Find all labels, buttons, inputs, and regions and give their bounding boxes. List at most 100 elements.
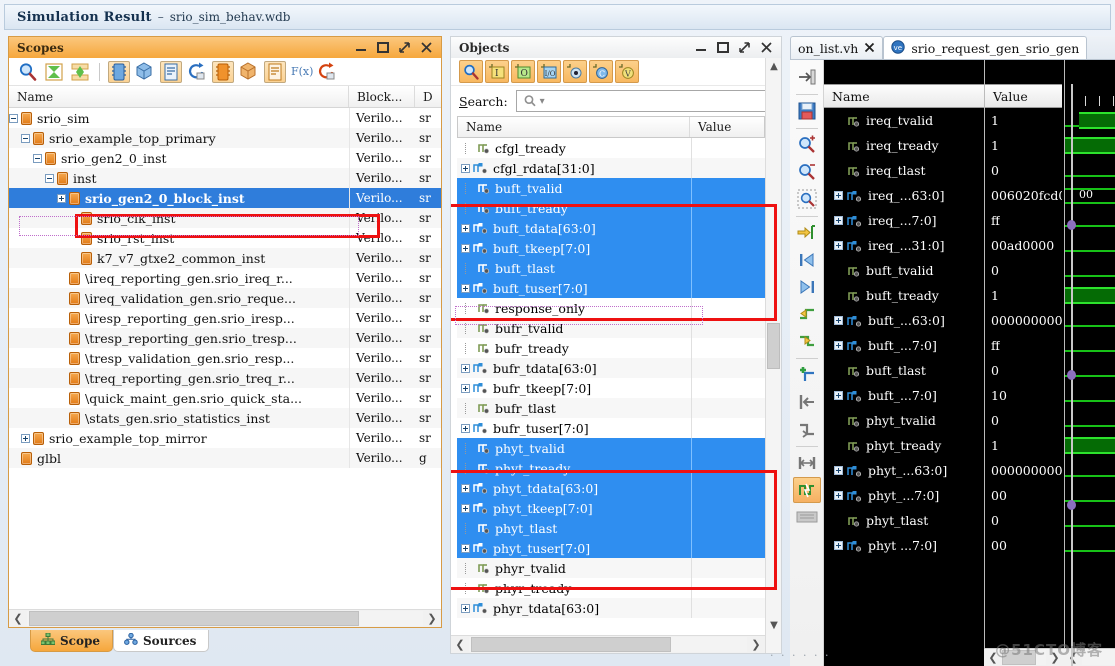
scopes-tree-row[interactable]: k7_v7_gtxe2_common_inst Verilo... sr bbox=[9, 248, 441, 268]
objects-row[interactable]: response_only bbox=[457, 298, 765, 318]
objects-row[interactable]: bufr_tkeep[7:0] bbox=[457, 378, 765, 398]
scopes-tree-row[interactable]: \tresp_reporting_gen.srio_tresp... Verilo… bbox=[9, 328, 441, 348]
tree-expander-icon[interactable] bbox=[57, 193, 66, 203]
tab-sources[interactable]: Sources bbox=[113, 630, 210, 652]
waveform-row[interactable]: phyt_...7:0] bbox=[824, 483, 984, 508]
objects-row-selected[interactable]: phyt_tdata[63:0] bbox=[457, 478, 765, 498]
scroll-left-icon[interactable]: ❮ bbox=[9, 610, 27, 627]
collapse-all-icon[interactable] bbox=[43, 61, 65, 83]
constants-icon[interactable]: C bbox=[589, 60, 613, 83]
file-orange-icon[interactable] bbox=[264, 60, 286, 83]
tab-scope[interactable]: Scope bbox=[30, 630, 114, 652]
objects-row-selected[interactable]: phyt_tuser[7:0] bbox=[457, 538, 765, 558]
objects-list[interactable]: cfgl_tready cfgl_rdata[31:0] buft_tvalid bu… bbox=[457, 138, 765, 618]
scopes-col-design[interactable]: D bbox=[415, 86, 441, 107]
objects-row[interactable]: cfgl_tready bbox=[457, 138, 765, 158]
scopes-tree-row[interactable]: srio_sim Verilo... sr bbox=[9, 108, 441, 128]
prev-transition-icon[interactable] bbox=[793, 301, 821, 327]
waveform-row[interactable]: phyt_tvalid bbox=[824, 408, 984, 433]
tree-expander-icon[interactable] bbox=[461, 603, 470, 613]
scopes-tree-row[interactable]: \ireq_reporting_gen.srio_ireq_r... Verilo… bbox=[9, 268, 441, 288]
scopes-tree-row[interactable]: srio_rst_inst Verilo... sr bbox=[9, 228, 441, 248]
scopes-tree-row[interactable]: glbl Verilo... g bbox=[9, 448, 441, 468]
previous-marker-icon[interactable] bbox=[793, 247, 821, 273]
tree-expander-icon[interactable] bbox=[33, 153, 42, 163]
tab-srio-request-gen[interactable]: ve srio_request_gen_srio_gen bbox=[883, 36, 1088, 59]
waveform-row[interactable]: buft_tlast bbox=[824, 358, 984, 383]
objects-row-selected[interactable]: phyt_tready bbox=[457, 458, 765, 478]
prev-cursor-icon[interactable] bbox=[793, 389, 821, 415]
scroll-right-icon[interactable]: ❯ bbox=[747, 636, 765, 653]
waveform-row[interactable]: ireq_tready bbox=[824, 133, 984, 158]
scopes-col-block[interactable]: Block... bbox=[349, 86, 415, 107]
maximize-icon[interactable] bbox=[377, 42, 389, 53]
objects-row[interactable]: phyr_tready bbox=[457, 578, 765, 598]
scopes-tree[interactable]: srio_sim Verilo... sr srio_example_top_prim… bbox=[9, 108, 441, 468]
zoom-in-icon[interactable] bbox=[793, 132, 821, 158]
tree-expander-icon[interactable] bbox=[461, 423, 470, 433]
tree-expander-icon[interactable] bbox=[834, 391, 843, 400]
scopes-tree-row[interactable]: srio_example_top_primary Verilo... sr bbox=[9, 128, 441, 148]
search-input[interactable]: ▾ bbox=[515, 90, 773, 112]
scopes-tree-row[interactable]: \iresp_reporting_gen.srio_iresp... Verilo… bbox=[9, 308, 441, 328]
scopes-tree-row[interactable]: \ireq_validation_gen.srio_reque... Verilo… bbox=[9, 288, 441, 308]
waveform-hscroll-track[interactable] bbox=[1002, 650, 1046, 665]
tree-expander-icon[interactable] bbox=[461, 283, 470, 293]
waveform-cursor-handle[interactable] bbox=[1067, 370, 1076, 380]
next-transition-icon[interactable] bbox=[793, 328, 821, 354]
scroll-down-icon[interactable]: ▼ bbox=[766, 617, 781, 633]
output-ports-icon[interactable]: O bbox=[511, 60, 535, 83]
tree-expander-icon[interactable] bbox=[461, 223, 470, 233]
objects-row[interactable]: bufr_tready bbox=[457, 338, 765, 358]
objects-row-selected[interactable]: buft_tlast bbox=[457, 258, 765, 278]
tree-expander-icon[interactable] bbox=[834, 491, 843, 500]
next-marker-icon[interactable] bbox=[793, 274, 821, 300]
scopes-col-name[interactable]: Name bbox=[9, 86, 349, 107]
task-orange-icon[interactable] bbox=[316, 61, 338, 83]
float-panel-icon[interactable] bbox=[793, 504, 821, 530]
objects-col-value[interactable]: Value bbox=[690, 117, 764, 137]
tree-expander-icon[interactable] bbox=[461, 163, 470, 173]
objects-row-selected[interactable]: phyt_tvalid bbox=[457, 438, 765, 458]
float-icon[interactable] bbox=[738, 41, 751, 54]
scopes-tree-row[interactable]: \tresp_validation_gen.srio_resp... Verilo… bbox=[9, 348, 441, 368]
search-dropdown-icon[interactable]: ▾ bbox=[540, 96, 545, 107]
tree-expander-icon[interactable] bbox=[834, 341, 843, 350]
next-cursor-icon[interactable] bbox=[793, 416, 821, 442]
tree-expander-icon[interactable] bbox=[834, 216, 843, 225]
waveform-row[interactable]: buft_...7:0] bbox=[824, 333, 984, 358]
save-waveform-icon[interactable] bbox=[793, 98, 821, 124]
objects-row-selected[interactable]: buft_tvalid bbox=[457, 178, 765, 198]
waveform-value-column[interactable]: Value 110006020fcd00ff00ad00000100000000… bbox=[984, 60, 1062, 666]
variables-icon[interactable]: V bbox=[615, 60, 639, 83]
scopes-tree-row[interactable]: srio_gen2_0_inst Verilo... sr bbox=[9, 148, 441, 168]
tree-expander-icon[interactable] bbox=[834, 466, 843, 475]
package-orange-icon[interactable] bbox=[238, 61, 260, 83]
scroll-right-icon[interactable]: ❯ bbox=[1046, 649, 1064, 666]
function-fx-icon[interactable]: F(x) bbox=[290, 61, 313, 83]
objects-row-selected[interactable]: phyt_tlast bbox=[457, 518, 765, 538]
tree-expander-icon[interactable] bbox=[461, 243, 470, 253]
tree-expander-icon[interactable] bbox=[461, 483, 470, 493]
objects-hscroll-thumb[interactable] bbox=[471, 637, 671, 652]
objects-row[interactable]: phyr_tdata[63:0] bbox=[457, 598, 765, 618]
scroll-left-icon[interactable]: ❮ bbox=[984, 649, 1002, 666]
tree-expander-icon[interactable] bbox=[834, 316, 843, 325]
scopes-tree-row-selected[interactable]: srio_gen2_0_block_inst Verilo... sr bbox=[9, 188, 441, 208]
scopes-tree-row[interactable]: \stats_gen.srio_statistics_inst Verilo...… bbox=[9, 408, 441, 428]
waveform-row[interactable]: ireq_...7:0] bbox=[824, 208, 984, 233]
waveform-col-value[interactable]: Value bbox=[985, 84, 1062, 108]
expand-all-icon[interactable] bbox=[69, 61, 91, 83]
scopes-tree-row[interactable]: \quick_maint_gen.srio_quick_sta... Verilo… bbox=[9, 388, 441, 408]
tree-expander-icon[interactable] bbox=[9, 113, 18, 123]
tree-expander-icon[interactable] bbox=[834, 191, 843, 200]
waveform-row[interactable]: phyt_tlast bbox=[824, 508, 984, 533]
objects-hscrollbar[interactable]: ❮ ❯ bbox=[451, 635, 765, 653]
waveform-row[interactable]: ireq_tvalid bbox=[824, 108, 984, 133]
objects-vscrollbar[interactable]: ▲ ▼ bbox=[765, 58, 781, 653]
minimize-icon[interactable] bbox=[355, 41, 368, 54]
objects-row-selected[interactable]: buft_tuser[7:0] bbox=[457, 278, 765, 298]
tree-expander-icon[interactable] bbox=[45, 173, 54, 183]
objects-row-selected[interactable]: buft_tdata[63:0] bbox=[457, 218, 765, 238]
objects-row-selected[interactable]: buft_tkeep[7:0] bbox=[457, 238, 765, 258]
